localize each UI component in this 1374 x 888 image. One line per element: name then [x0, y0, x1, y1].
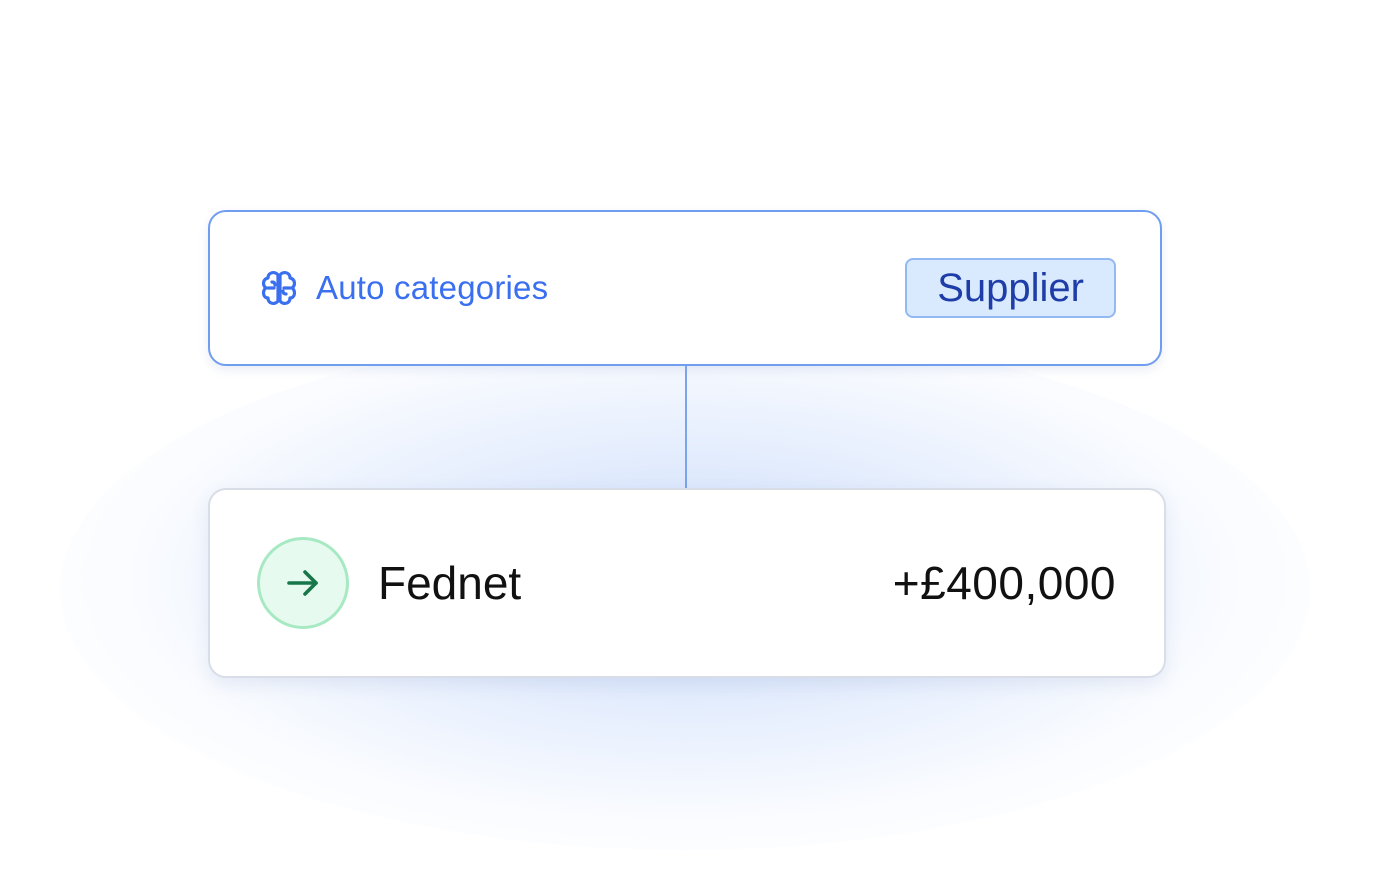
supplier-category-badge[interactable]: Supplier — [905, 258, 1116, 318]
connector-line — [685, 366, 687, 488]
auto-categories-label: Auto categories — [316, 269, 549, 306]
brain-icon — [261, 271, 297, 305]
transaction-row[interactable]: Fednet +£400,000 — [208, 488, 1166, 678]
arrow-right-icon — [287, 570, 318, 596]
auto-categories-header: Auto categories — [258, 212, 548, 364]
incoming-payment-badge — [257, 537, 349, 629]
auto-categories-card: Auto categories Supplier — [208, 210, 1162, 366]
canvas: Auto categories Supplier Fednet +£400,00… — [0, 0, 1374, 888]
merchant-name: Fednet — [378, 557, 522, 609]
transaction-amount: +£400,000 — [892, 557, 1116, 609]
